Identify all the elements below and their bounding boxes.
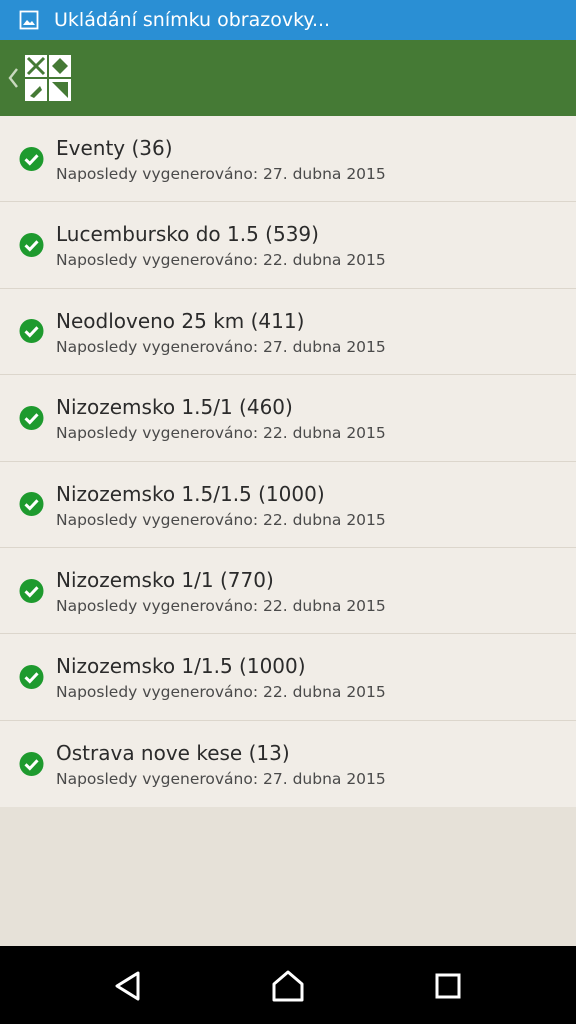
check-circle-icon — [19, 492, 44, 517]
list-item-subtitle: Naposledy vygenerováno: 22. dubna 2015 — [56, 424, 386, 443]
list-item[interactable]: Neodloveno 25 km (411) Naposledy vygener… — [0, 289, 576, 376]
list-item-title: Neodloveno 25 km (411) — [56, 308, 305, 333]
check-circle-icon — [19, 405, 44, 430]
empty-area — [0, 807, 576, 946]
check-circle-icon — [19, 578, 44, 603]
list-item[interactable]: Nizozemsko 1.5/1 (460) Naposledy vygener… — [0, 375, 576, 462]
list-item[interactable]: Nizozemsko 1/1.5 (1000) Naposledy vygene… — [0, 634, 576, 721]
status-bar: Ukládání snímku obrazovky... — [0, 0, 576, 40]
list-item-subtitle: Naposledy vygenerováno: 27. dubna 2015 — [56, 165, 386, 183]
list-item[interactable]: Nizozemsko 1/1 (770) Naposledy vygenerov… — [0, 548, 576, 635]
list-item-title: Nizozemsko 1.5/1.5 (1000) — [56, 481, 325, 506]
status-text: Ukládání snímku obrazovky... — [54, 9, 331, 31]
list-item-title: Nizozemsko 1/1.5 (1000) — [56, 654, 306, 679]
list-item-subtitle: Naposledy vygenerováno: 22. dubna 2015 — [56, 510, 386, 529]
list-item[interactable]: Nizozemsko 1.5/1.5 (1000) Naposledy vyge… — [0, 462, 576, 548]
check-circle-icon — [19, 665, 44, 690]
list-item[interactable]: Ostrava nove kese (13) Naposledy vygener… — [0, 721, 576, 807]
home-icon[interactable] — [270, 968, 306, 1004]
check-circle-icon — [19, 146, 44, 171]
list-item-title: Lucembursko do 1.5 (539) — [56, 222, 319, 247]
action-bar — [0, 40, 576, 116]
back-triangle-icon[interactable] — [110, 968, 146, 1004]
list-item-title: Nizozemsko 1.5/1 (460) — [56, 395, 293, 420]
navigation-bar — [0, 946, 576, 1024]
image-icon — [18, 9, 40, 31]
list-item-subtitle: Naposledy vygenerováno: 22. dubna 2015 — [56, 683, 386, 702]
recents-square-icon[interactable] — [430, 968, 466, 1004]
list-item-subtitle: Naposledy vygenerováno: 22. dubna 2015 — [56, 251, 386, 270]
list-item-title: Nizozemsko 1/1 (770) — [56, 567, 274, 592]
list-item-title: Ostrava nove kese (13) — [56, 740, 290, 765]
list-item-title: Eventy (36) — [56, 136, 173, 160]
check-circle-icon — [19, 233, 44, 258]
list-item-subtitle: Naposledy vygenerováno: 27. dubna 2015 — [56, 337, 386, 356]
list-item[interactable]: Eventy (36) Naposledy vygenerováno: 27. … — [0, 116, 576, 203]
chevron-left-icon[interactable] — [4, 58, 22, 98]
check-circle-icon — [19, 751, 44, 776]
check-circle-icon — [19, 319, 44, 344]
list-item-subtitle: Naposledy vygenerováno: 22. dubna 2015 — [56, 596, 386, 615]
list-item[interactable]: Lucembursko do 1.5 (539) Naposledy vygen… — [0, 202, 576, 289]
list-item-subtitle: Naposledy vygenerováno: 27. dubna 2015 — [56, 769, 386, 788]
geocaching-logo[interactable] — [24, 54, 72, 102]
list: Eventy (36) Naposledy vygenerováno: 27. … — [0, 116, 576, 808]
